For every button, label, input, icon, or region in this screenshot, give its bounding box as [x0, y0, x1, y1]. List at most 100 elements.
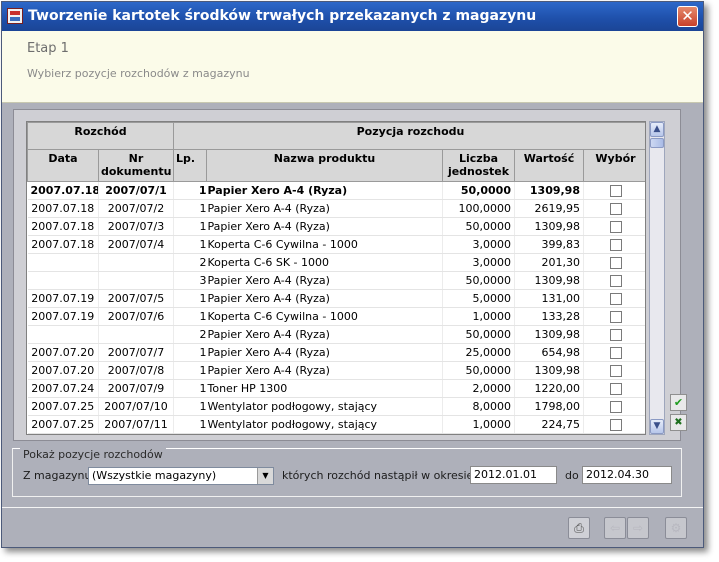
col-header-product-name[interactable]: Nazwa produktu [206, 149, 443, 182]
row-value: 2619,95 [514, 199, 584, 218]
deselect-all-button[interactable]: ✖ [670, 414, 687, 431]
table-row[interactable]: 2007.07.25 2007/07/11 1 Wentylator podłogow… [27, 415, 645, 434]
issues-table: Rozchód Pozycja rozchodu Data Nr dokumen… [27, 122, 645, 434]
row-select-checkbox[interactable] [609, 257, 622, 269]
row-select-checkbox[interactable] [609, 221, 622, 233]
row-doc-number: 2007/07/10 [98, 397, 174, 416]
print-button[interactable]: ⎙ [568, 517, 590, 539]
row-select-checkbox[interactable] [609, 401, 622, 413]
row-product-name: Papier Xero A-4 (Ryza) [206, 343, 443, 362]
table-row[interactable]: 2007.07.24 2007/07/9 1 Toner HP 1300 2,0000 1… [27, 379, 645, 398]
row-lp: 3 [173, 271, 207, 290]
row-quantity: 8,0000 [442, 397, 515, 416]
table-row[interactable]: 2 Koperta C-6 SK - 1000 3,0000 201,30 [27, 253, 645, 272]
table-row[interactable]: 2007.07.18 2007/07/3 1 Papier Xero A-4 (Ryz… [27, 217, 645, 236]
uncheck-all-icon: ✖ [674, 417, 683, 428]
row-select-cell [583, 253, 645, 272]
row-product-name: Papier Xero A-4 (Ryza) [206, 271, 443, 290]
period-label: których rozchód nastąpił w okresie od [282, 469, 491, 482]
row-select-cell [583, 289, 645, 308]
table-panel: Rozchód Pozycja rozchodu Data Nr dokumen… [13, 109, 681, 441]
row-quantity: 50,0000 [442, 325, 515, 344]
row-lp: 1 [173, 289, 207, 308]
row-doc-number: 2007/07/9 [98, 379, 174, 398]
row-date: 2007.07.25 [27, 397, 99, 416]
row-product-name: Toner HP 1300 [206, 379, 443, 398]
row-doc-number: 2007/07/8 [98, 361, 174, 380]
table-row[interactable]: 2 Papier Xero A-4 (Ryza) 50,0000 1309,98 [27, 325, 645, 344]
table-row[interactable]: 3 Papier Xero A-4 (Ryza) 50,0000 1309,98 [27, 271, 645, 290]
table-row[interactable]: 2007.07.19 2007/07/6 1 Koperta C-6 Cywilna … [27, 307, 645, 326]
row-value: 654,98 [514, 343, 584, 362]
row-value: 1309,98 [514, 217, 584, 236]
table-row[interactable]: 2007.07.18 2007/07/1 1 Papier Xero A-4 (Ryz… [27, 181, 645, 200]
row-select-checkbox[interactable] [609, 329, 622, 341]
row-quantity: 1,0000 [442, 415, 515, 434]
row-lp: 2 [173, 325, 207, 344]
row-product-name: Wentylator podłogowy, stający [206, 415, 443, 434]
table-row[interactable]: 2007.07.18 2007/07/2 1 Papier Xero A-4 (Ryz… [27, 199, 645, 218]
col-header-value[interactable]: Wartość [514, 149, 584, 182]
row-select-cell [583, 199, 645, 218]
row-quantity: 2,0000 [442, 379, 515, 398]
row-value: 133,28 [514, 307, 584, 326]
row-quantity: 1,0000 [442, 307, 515, 326]
back-button[interactable]: ⇦ [604, 517, 626, 539]
row-value: 224,75 [514, 415, 584, 434]
row-select-cell [583, 397, 645, 416]
vertical-scrollbar[interactable]: ▲ ▼ [649, 121, 665, 435]
table-row[interactable]: 2007.07.18 2007/07/4 1 Koperta C-6 Cywilna … [27, 235, 645, 254]
col-header-date[interactable]: Data [27, 149, 99, 182]
close-button[interactable]: ✕ [677, 6, 698, 27]
row-select-checkbox[interactable] [609, 347, 622, 359]
select-all-button[interactable]: ✔ [670, 394, 687, 411]
finish-button[interactable]: ⚙ [665, 517, 687, 539]
col-header-doc-number[interactable]: Nr dokumentu [98, 149, 174, 182]
table-row[interactable]: 2007.07.20 2007/07/7 1 Papier Xero A-4 (Ryz… [27, 343, 645, 362]
row-doc-number [98, 271, 174, 290]
row-select-checkbox[interactable] [609, 203, 622, 215]
row-select-checkbox[interactable] [609, 185, 622, 197]
row-select-checkbox[interactable] [609, 239, 622, 251]
back-arrow-icon: ⇦ [609, 521, 621, 535]
scroll-thumb[interactable] [650, 138, 664, 148]
warehouse-select[interactable]: (Wszystkie magazyny) ▼ [88, 467, 274, 485]
chevron-down-icon[interactable]: ▼ [257, 468, 273, 484]
table-row[interactable]: 2007.07.19 2007/07/5 1 Papier Xero A-4 (Ryz… [27, 289, 645, 308]
date-from-input[interactable]: 2012.01.01 [470, 466, 557, 484]
col-header-quantity[interactable]: Liczba jednostek [442, 149, 515, 182]
row-product-name: Papier Xero A-4 (Ryza) [206, 181, 443, 200]
row-product-name: Koperta C-6 Cywilna - 1000 [206, 307, 443, 326]
dialog-window: Tworzenie kartotek środków trwałych prze… [1, 1, 704, 548]
row-doc-number [98, 253, 174, 272]
row-select-cell [583, 361, 645, 380]
row-quantity: 3,0000 [442, 253, 515, 272]
scroll-up-icon[interactable]: ▲ [650, 122, 664, 137]
table-row[interactable]: 2007.07.25 2007/07/10 1 Wentylator podłogow… [27, 397, 645, 416]
row-select-checkbox[interactable] [609, 293, 622, 305]
row-lp: 1 [173, 199, 207, 218]
window-title: Tworzenie kartotek środków trwałych prze… [28, 8, 537, 24]
row-doc-number: 2007/07/6 [98, 307, 174, 326]
row-product-name: Papier Xero A-4 (Ryza) [206, 361, 443, 380]
col-header-lp[interactable]: Lp. [173, 149, 207, 182]
wizard-footer: ⎙ ⇦ ⇨ ⚙ [2, 507, 703, 547]
col-header-select[interactable]: Wybór [583, 149, 645, 182]
title-bar: Tworzenie kartotek środków trwałych prze… [2, 2, 703, 31]
row-date: 2007.07.18 [27, 199, 99, 218]
row-product-name: Papier Xero A-4 (Ryza) [206, 289, 443, 308]
next-arrow-icon: ⇨ [632, 521, 644, 535]
print-icon: ⎙ [574, 521, 584, 535]
row-select-checkbox[interactable] [609, 275, 622, 287]
table-row[interactable]: 2007.07.20 2007/07/8 1 Papier Xero A-4 (Ryz… [27, 361, 645, 380]
row-select-checkbox[interactable] [609, 419, 622, 431]
next-button[interactable]: ⇨ [627, 517, 649, 539]
row-select-checkbox[interactable] [609, 365, 622, 377]
row-select-checkbox[interactable] [609, 311, 622, 323]
row-product-name: Papier Xero A-4 (Ryza) [206, 325, 443, 344]
row-select-checkbox[interactable] [609, 383, 622, 395]
scroll-down-icon[interactable]: ▼ [650, 419, 664, 434]
row-product-name: Koperta C-6 SK - 1000 [206, 253, 443, 272]
row-lp: 1 [173, 361, 207, 380]
date-to-input[interactable]: 2012.04.30 [582, 466, 672, 484]
